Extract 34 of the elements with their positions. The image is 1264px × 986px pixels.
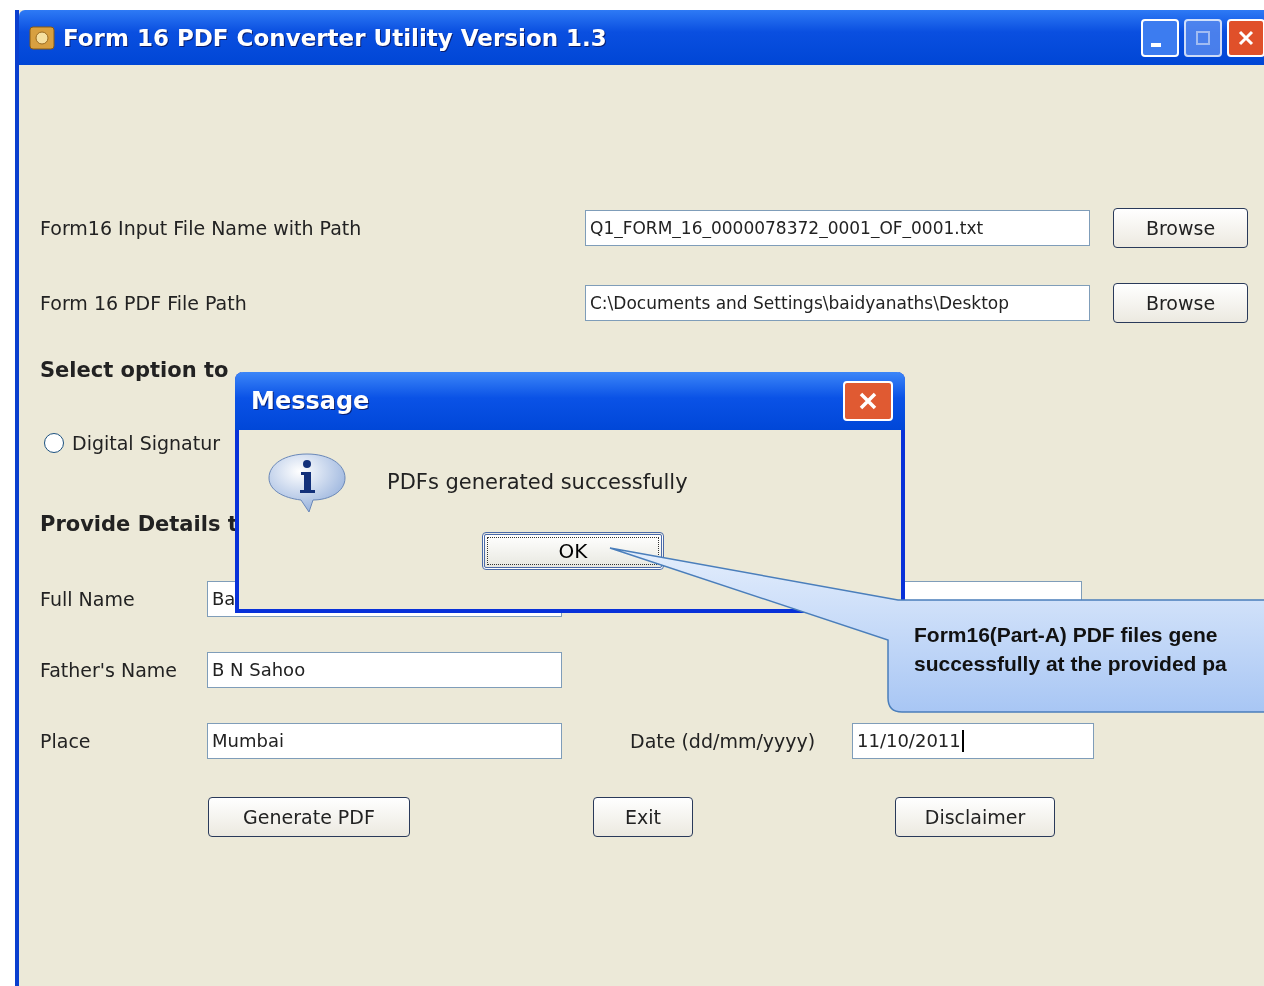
input-field[interactable]: Mumbai — [207, 722, 562, 759]
browse-button[interactable]: Browse — [1113, 208, 1248, 248]
radio-label: Digital Signatur — [72, 432, 221, 454]
field-label: Place — [40, 729, 92, 752]
close-button[interactable] — [843, 381, 893, 421]
close-icon — [857, 390, 879, 412]
browse-button[interactable]: Browse — [1113, 283, 1248, 323]
dialog-title: Message — [251, 387, 370, 415]
minimize-icon — [1151, 42, 1161, 47]
window-title: Form 16 PDF Converter Utility Version 1.3 — [63, 24, 607, 51]
path-field[interactable]: C:\Documents and Settings\baidyanaths\Desktop — [585, 285, 1090, 321]
radio-button[interactable] — [44, 433, 64, 453]
input-field[interactable]: B N Sahoo — [207, 651, 562, 688]
minimize-button[interactable] — [1141, 18, 1179, 57]
app-icon — [29, 25, 55, 50]
section-heading: Select option to — [40, 358, 230, 382]
action-button[interactable]: Generate PDF — [208, 797, 410, 837]
maximize-button[interactable] — [1184, 18, 1222, 57]
date-field[interactable]: 11/10/2011 — [852, 722, 1094, 759]
field-label: Form16 Input File Name with Path — [40, 217, 363, 239]
close-button[interactable] — [1227, 18, 1264, 57]
ok-button[interactable]: OK — [482, 532, 664, 570]
dialog-message: PDFs generated successfully — [387, 470, 688, 494]
action-button[interactable]: Disclaimer — [895, 797, 1055, 837]
info-icon — [265, 450, 349, 514]
path-field[interactable]: Q1_FORM_16_0000078372_0001_OF_0001.txt — [585, 210, 1090, 246]
close-icon — [1237, 28, 1255, 47]
field-label: Form 16 PDF File Path — [40, 292, 248, 314]
field-label: Date (dd/mm/yyyy) — [630, 729, 817, 752]
action-button[interactable]: Exit — [593, 797, 693, 837]
maximize-icon — [1195, 29, 1211, 46]
field-label: Full Name — [40, 587, 136, 610]
field-label: Father's Name — [40, 658, 179, 681]
callout-text: Form16(Part-A) PDF files gene successfully at the provided pa — [914, 622, 1227, 677]
